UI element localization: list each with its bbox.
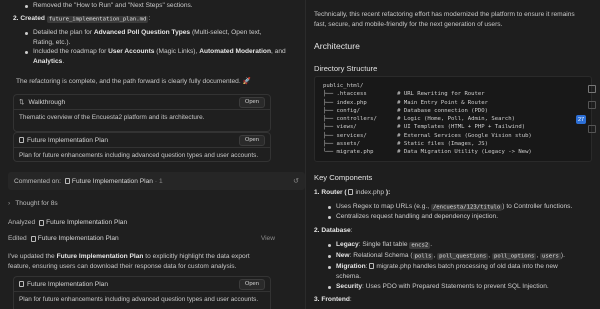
artifact-card-plan: Future Implementation Plan Open Plan for…	[13, 276, 271, 309]
open-button[interactable]: Open	[238, 134, 265, 146]
edited-row: Edited Future Implementation Plan View	[8, 235, 275, 242]
component-frontend: 3. Frontend:	[314, 296, 352, 303]
heading-directory-structure: Directory Structure	[314, 64, 378, 73]
analyzed-row: Analyzed Future Implementation Plan	[8, 219, 128, 226]
document-panel: Technically, this recent refactoring eff…	[306, 0, 600, 309]
comment-badge[interactable]: 27	[576, 115, 586, 124]
scroll-marker-icon	[588, 101, 596, 109]
component-router: 1. Router ( index.php ):	[314, 189, 391, 196]
scroll-marker-icon	[588, 125, 596, 133]
thought-row[interactable]: › Thought for 8s	[8, 200, 58, 207]
heading-architecture: Architecture	[314, 41, 360, 51]
analyzed-file-link[interactable]: Future Implementation Plan	[46, 219, 127, 226]
list-item: Removed the "How to Run" and "Next Steps…	[23, 1, 293, 11]
comment-bar[interactable]: Commented on: Future Implementation Plan…	[8, 172, 305, 190]
comment-file-link[interactable]: Future Implementation Plan	[72, 178, 153, 185]
chevron-right-icon: ›	[8, 200, 11, 207]
file-code[interactable]: future_implementation_plan.md	[46, 15, 149, 23]
list-item: Security: Uses PDO with Prepared Stateme…	[326, 282, 596, 292]
copy-icon[interactable]	[588, 85, 596, 93]
chat-panel: Removed the "How to Run" and "Next Steps…	[0, 0, 305, 309]
file-icon	[369, 263, 375, 269]
file-icon	[348, 189, 354, 195]
component-database: 2. Database:	[314, 227, 353, 234]
list-item: Included the roadmap for User Accounts (…	[23, 47, 293, 66]
open-button[interactable]: Open	[238, 96, 265, 108]
list-item: Centralizes request handling and depende…	[326, 212, 596, 222]
list-item: New: Relational Schema (polls, poll_ques…	[326, 251, 600, 262]
file-icon	[30, 235, 36, 242]
file-icon	[39, 219, 45, 226]
heading-key-components: Key Components	[314, 173, 373, 182]
update-message: I've updated the Future Implementation P…	[8, 253, 250, 270]
artifact-card-plan: Future Implementation Plan Open Plan for…	[13, 132, 271, 162]
artifact-card-walkthrough: ⇅ Walkthrough Open Thematic overview of …	[13, 94, 271, 132]
walkthrough-icon: ⇅	[19, 99, 25, 106]
undo-icon[interactable]: ↺	[293, 177, 299, 185]
list-item: Migration: migrate.php handles batch pro…	[326, 262, 596, 281]
file-icon	[19, 281, 24, 287]
edited-file-link[interactable]: Future Implementation Plan	[38, 235, 119, 242]
open-button[interactable]: Open	[238, 278, 265, 290]
list-item: Legacy: Single flat table encs2.	[326, 240, 596, 251]
code-block-tree: public_html/ ├── .htaccess # URL Rewriti…	[314, 76, 592, 162]
file-icon	[19, 137, 24, 143]
intro-text: Technically, this recent refactoring eff…	[314, 11, 575, 28]
summary-text: The refactoring is complete, and the pat…	[16, 78, 251, 85]
list-item: 2. Created future_implementation_plan.md…	[13, 15, 151, 23]
list-item: Uses Regex to map URLs (e.g., /encuesta/…	[326, 202, 596, 213]
view-button[interactable]: View	[261, 235, 275, 242]
list-item: Detailed the plan for Advanced Poll Ques…	[23, 28, 293, 47]
file-icon	[64, 178, 70, 184]
